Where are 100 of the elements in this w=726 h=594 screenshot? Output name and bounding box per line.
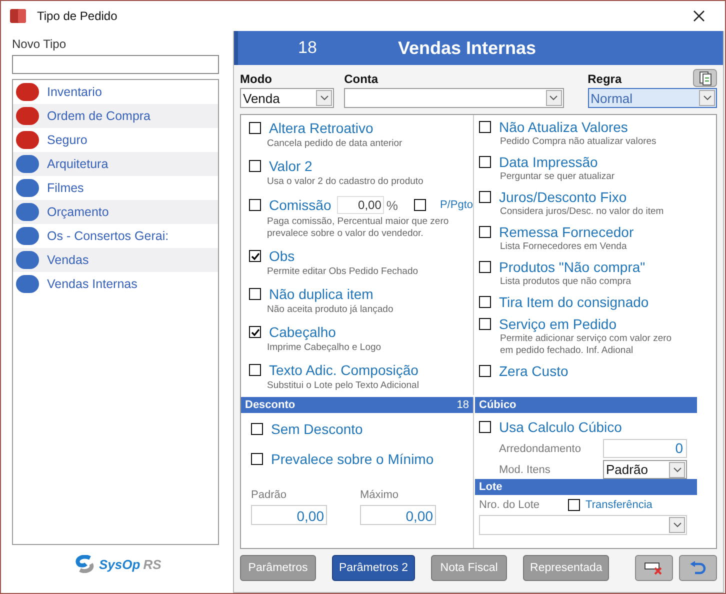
caret-icon <box>320 95 329 101</box>
option-hint: Considera juros/Desc. no valor do item <box>500 206 665 218</box>
close-icon[interactable] <box>693 10 705 22</box>
section-header: Lote <box>475 479 697 495</box>
clear-icon <box>644 561 664 575</box>
field-label: Modo <box>240 72 273 86</box>
checkbox[interactable] <box>479 191 491 203</box>
caret-icon <box>549 95 558 101</box>
list-item[interactable]: Vendas <box>13 248 218 272</box>
option-label: Comissão <box>269 197 332 213</box>
option-label: Zera Custo <box>499 363 568 379</box>
rule-dropdown[interactable]: Normal <box>588 88 718 108</box>
option-label: Juros/Desconto Fixo <box>499 189 627 205</box>
option-hint: Permite adicionar serviço com valor zero em pedido fechado. Inf. Adional <box>500 333 673 357</box>
checkbox[interactable] <box>249 288 261 300</box>
option-hint: Paga comissão, Percentual maior que zero prevalece sobre o valor do vendedor. <box>267 216 450 240</box>
option-label: Prevalece sobre o Mínimo <box>271 451 434 467</box>
option-hint: Cancela pedido de data anterior <box>267 138 404 150</box>
swirl-icon <box>74 555 96 573</box>
field-label: Padrão <box>251 489 288 501</box>
checkbox[interactable] <box>479 261 491 273</box>
list-item[interactable]: Seguro <box>13 128 218 152</box>
checkbox[interactable] <box>568 499 580 511</box>
section-header: Cúbico <box>475 397 697 413</box>
option-label: Não duplica item <box>269 286 374 302</box>
copy-icon[interactable] <box>693 69 718 87</box>
option-hint: Pedido Compra não atualizar valores <box>500 136 658 148</box>
logo-text: SysOp <box>99 556 140 572</box>
option-label: Transferência <box>586 499 652 511</box>
option-label: Valor 2 <box>269 158 312 174</box>
checkbox[interactable] <box>479 156 491 168</box>
mode-dropdown[interactable]: Venda <box>240 88 334 108</box>
tab[interactable]: Nota Fiscal <box>431 555 508 581</box>
section-header: Desconto 18 <box>241 397 473 413</box>
option-label: P/Pgto <box>440 199 473 211</box>
field-label: Nro. do Lote <box>479 499 540 511</box>
type-title: Vendas Internas <box>398 38 536 58</box>
option-label: Altera Retroativo <box>269 120 374 136</box>
checkbox[interactable] <box>479 296 491 308</box>
option-hint: Lista produtos que não compra <box>500 276 632 288</box>
option-label: Tira Item do consignado <box>499 294 649 310</box>
option-label: Data Impressão <box>499 154 598 170</box>
undo-button[interactable] <box>679 555 717 581</box>
tab[interactable]: Parâmetros <box>240 555 316 581</box>
checkbox[interactable] <box>251 423 263 435</box>
option-label: Obs <box>269 248 295 264</box>
option-hint: Usa o valor 2 do cadastro do produto <box>267 176 424 188</box>
checkbox[interactable] <box>249 364 261 376</box>
tab[interactable]: Parâmetros 2 <box>332 555 416 581</box>
field-label: Arredondamento <box>499 442 581 454</box>
list-item[interactable]: Inventario <box>13 80 218 104</box>
field-label: Regra <box>588 72 622 86</box>
list-item[interactable]: Filmes <box>13 176 218 200</box>
checkbox[interactable] <box>479 226 491 238</box>
checkbox[interactable] <box>479 421 491 433</box>
list-item[interactable]: Arquitetura <box>13 152 218 176</box>
logo-text: RS <box>143 556 162 572</box>
checkbox[interactable] <box>251 453 263 465</box>
account-dropdown[interactable] <box>344 88 564 108</box>
checkbox[interactable] <box>479 318 491 330</box>
caret-icon <box>672 522 682 528</box>
rounding-field[interactable]: 0 <box>603 439 687 458</box>
option-label: Sem Desconto <box>271 421 363 437</box>
input-field[interactable] <box>12 55 219 74</box>
option-label: Produtos "Não compra" <box>499 259 646 275</box>
list-item[interactable]: Ordem de Compra <box>13 104 218 128</box>
undo-icon <box>689 561 707 575</box>
option-hint: Não aceita produto já lançado <box>267 304 394 316</box>
default-field[interactable]: 0,00 <box>251 505 327 525</box>
option-hint: Lista Fornecedores em Venda <box>500 241 628 253</box>
checkbox[interactable] <box>249 250 261 262</box>
option-label: Cabeçalho <box>269 324 336 340</box>
clear-button[interactable] <box>635 555 673 581</box>
items-mode-dropdown[interactable]: Padrão <box>603 460 687 479</box>
checkbox[interactable] <box>249 199 261 211</box>
app-icon <box>9 7 27 25</box>
caret-icon <box>672 466 682 472</box>
checkbox[interactable] <box>479 365 491 377</box>
option-hint: Permite editar Obs Pedido Fechado <box>267 266 420 278</box>
option-hint: Substitui o Lote pelo Texto Adicional <box>267 380 420 392</box>
list-item[interactable]: Vendas Internas <box>13 272 218 296</box>
commission-field[interactable]: 0,00 <box>337 196 384 214</box>
field-label: Mod. Itens <box>499 464 550 476</box>
tab[interactable]: Representada <box>523 555 610 581</box>
type-number: 18 <box>298 38 318 58</box>
checkbox[interactable] <box>479 121 491 133</box>
field-label: Máximo <box>360 489 400 501</box>
option-label: Texto Adic. Composição <box>269 362 418 378</box>
maximum-field[interactable]: 0,00 <box>360 505 436 525</box>
list-item[interactable]: Os - Consertos Gerai: <box>13 224 218 248</box>
checkbox[interactable] <box>249 160 261 172</box>
option-label: Não Atualiza Valores <box>499 119 628 135</box>
checkbox[interactable] <box>249 326 261 338</box>
checkbox[interactable] <box>414 199 426 211</box>
caret-icon <box>702 95 712 101</box>
option-label: Remessa Fornecedor <box>499 224 634 240</box>
list-item[interactable]: Orçamento <box>13 200 218 224</box>
option-label: Serviço em Pedido <box>499 316 617 332</box>
checkbox[interactable] <box>249 122 261 134</box>
option-hint: Imprime Cabeçalho e Logo <box>267 342 382 354</box>
